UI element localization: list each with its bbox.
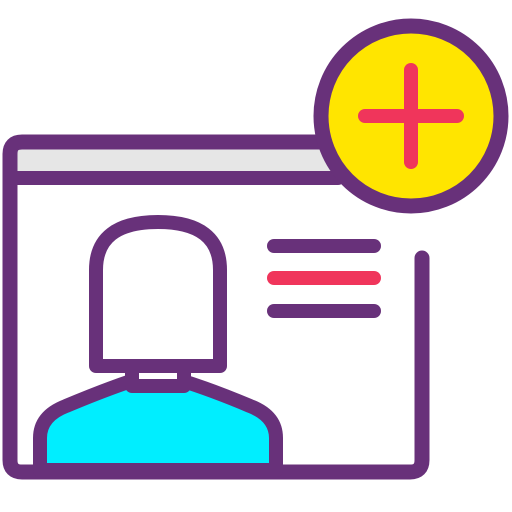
plus-badge-icon	[313, 18, 509, 214]
avatar-body	[33, 373, 283, 477]
text-lines-icon	[267, 239, 381, 318]
add-user-profile-icon	[0, 0, 512, 512]
add-user-profile-graphic	[2, 18, 509, 480]
avatar-head	[89, 215, 227, 373]
user-avatar-icon	[33, 215, 283, 477]
